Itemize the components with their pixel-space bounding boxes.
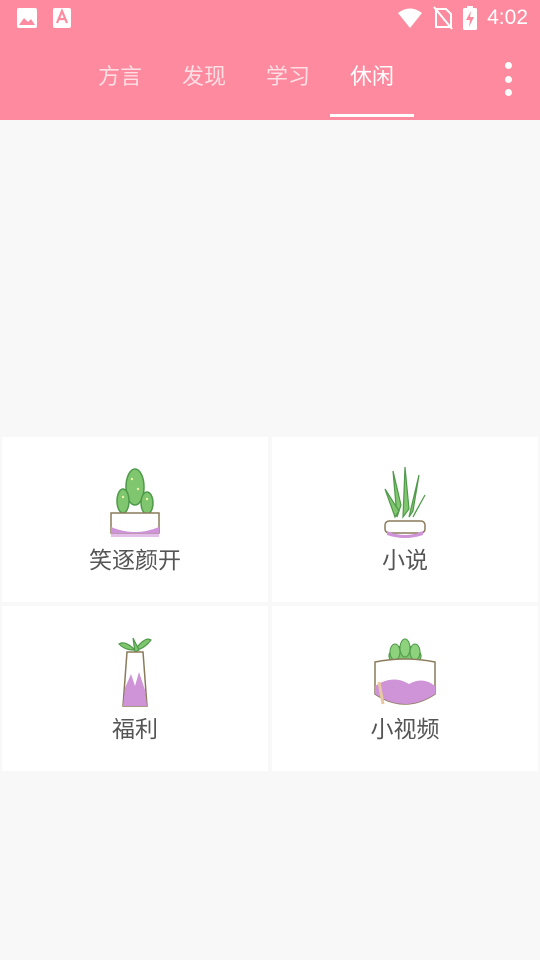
tab-discover[interactable]: 发现: [162, 52, 246, 104]
no-sim-icon: [433, 6, 453, 30]
tab-dialect[interactable]: 方言: [78, 52, 162, 104]
tab-bar: 方言 发现 学习 休闲: [78, 52, 414, 120]
grid-item-novel[interactable]: 小说: [272, 437, 538, 602]
text-a-icon: [53, 8, 71, 28]
tab-study[interactable]: 学习: [246, 52, 330, 104]
grid-item-label: 小说: [382, 548, 428, 574]
battery-charging-icon: [463, 6, 478, 30]
banner-area: [0, 120, 540, 435]
grid-item-welfare[interactable]: 福利: [2, 606, 268, 771]
grid-item-label: 小视频: [370, 717, 440, 743]
grid-item-short-video[interactable]: 小视频: [272, 606, 538, 771]
status-time: 4:02: [487, 6, 528, 29]
image-icon: [17, 8, 37, 28]
app-header: 4:02 方言 发现 学习 休闲: [0, 0, 540, 120]
grid-item-label: 福利: [112, 717, 158, 743]
vase-plant-icon: [118, 637, 152, 707]
cactus-pot-icon: [110, 468, 160, 537]
aloe-pot-icon: [384, 466, 426, 538]
grid-item-label: 笑逐颜开: [89, 548, 181, 574]
tab-leisure[interactable]: 休闲: [330, 52, 414, 117]
feature-grid: 笑逐颜开 小说 福利 小视频: [2, 437, 538, 771]
grid-item-jokes[interactable]: 笑逐颜开: [2, 437, 268, 602]
status-bar: 4:02: [0, 0, 540, 36]
succulent-pot-icon: [374, 638, 436, 705]
wifi-icon: [398, 8, 423, 28]
more-options-icon[interactable]: [498, 62, 518, 96]
